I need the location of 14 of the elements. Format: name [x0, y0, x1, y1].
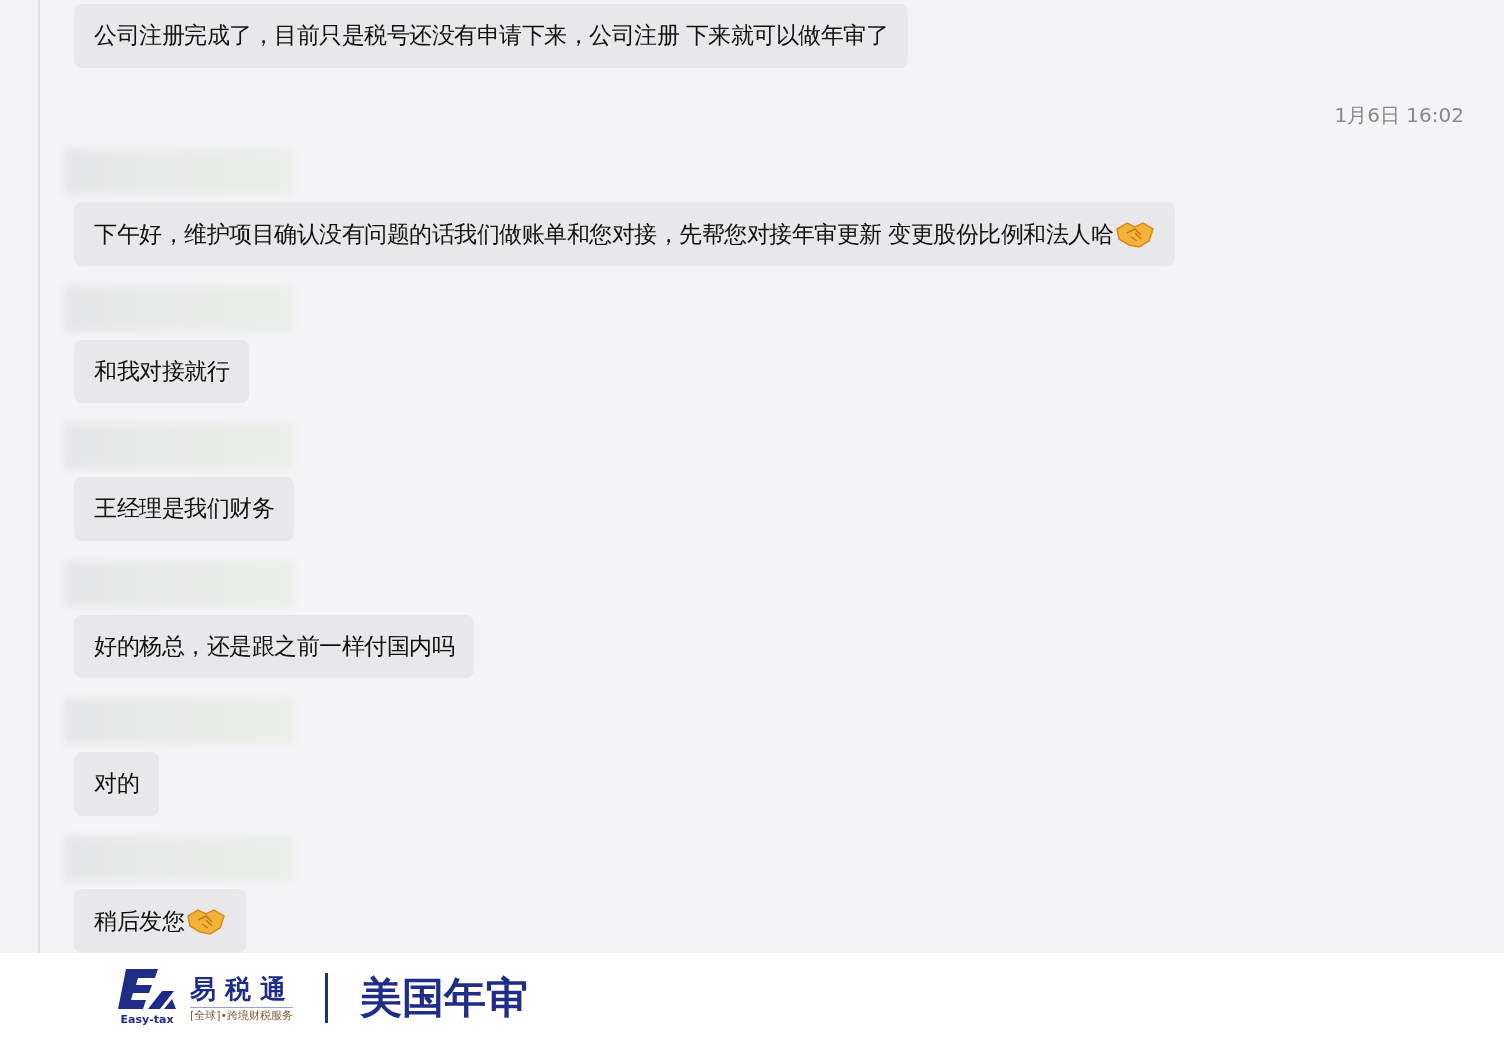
message-text: 对的	[94, 769, 139, 799]
message-text: 好的杨总，还是跟之前一样付国内吗	[94, 631, 454, 661]
message-text: 稍后发您	[94, 906, 184, 936]
message-timestamp: 1月6日 16:02	[1334, 101, 1464, 129]
message-text: 和我对接就行	[94, 357, 229, 387]
handshake-icon	[186, 906, 226, 937]
handshake-icon	[1115, 219, 1156, 250]
banner-title: 美国年审	[360, 971, 529, 1024]
logo-caption: Easy-tax	[120, 1013, 174, 1026]
brand-tagline: [全球]•跨境财税服务	[190, 1008, 294, 1023]
message-text: 下午好，维护项目确认没有问题的话我们做账单和您对接，先帮您对接年审更新 变更股份比例和法人哈	[94, 219, 1114, 249]
message-text: 王经理是我们财务	[94, 494, 274, 524]
brand-name: 易 税 通	[190, 972, 294, 1008]
message-text: 公司注册完成了，目前只是税号还没有申请下来，公司注册 下来就可以做年审了	[94, 21, 889, 51]
